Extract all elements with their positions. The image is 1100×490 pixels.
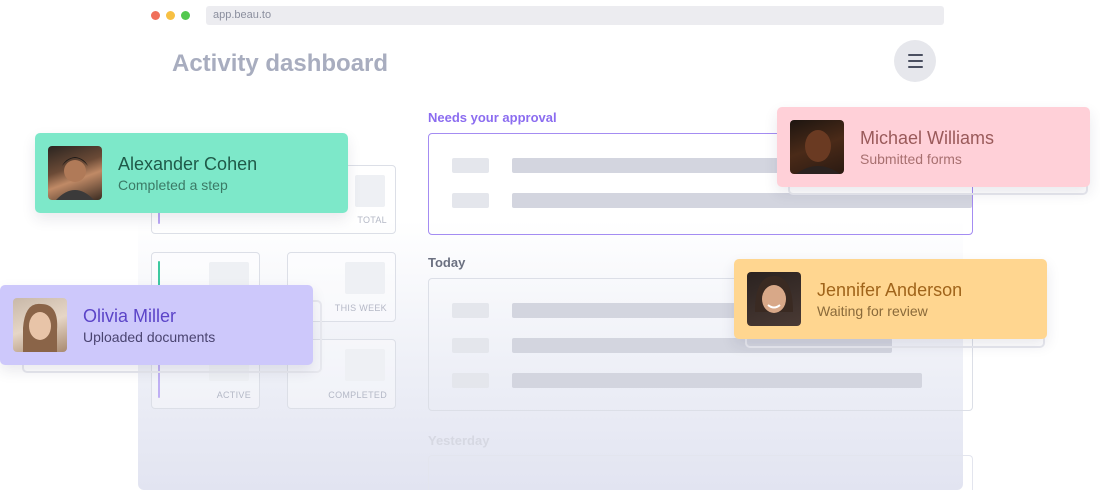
- minimize-dot[interactable]: [166, 11, 175, 20]
- user-status: Waiting for review: [817, 302, 928, 319]
- yesterday-panel[interactable]: [428, 455, 973, 490]
- window-controls: [151, 11, 190, 20]
- user-status: Uploaded documents: [83, 328, 216, 345]
- user-status: Completed a step: [118, 176, 228, 193]
- page-title: Activity dashboard: [172, 50, 389, 77]
- user-name: Michael Williams: [860, 127, 995, 148]
- avatar: [48, 146, 102, 200]
- stat-label: TOTAL: [357, 215, 387, 225]
- section-title-today: Today: [428, 255, 466, 270]
- section-title-yesterday: Yesterday: [428, 433, 490, 448]
- maximize-dot[interactable]: [181, 11, 190, 20]
- user-name: Jennifer Anderson: [817, 279, 963, 300]
- user-status: Submitted forms: [860, 150, 962, 167]
- menu-button[interactable]: [894, 40, 936, 82]
- stat-label: THIS WEEK: [334, 303, 387, 313]
- stat-label: ACTIVE: [216, 390, 251, 400]
- activity-card-jennifer[interactable]: Jennifer Anderson Waiting for review: [734, 259, 1047, 339]
- user-name: Alexander Cohen: [118, 153, 258, 174]
- stat-label: COMPLETED: [328, 390, 387, 400]
- avatar: [13, 298, 67, 352]
- hamburger-icon: [907, 52, 923, 70]
- url-bar[interactable]: app.beau.to: [206, 6, 944, 25]
- close-dot[interactable]: [151, 11, 160, 20]
- user-name: Olivia Miller: [83, 305, 177, 326]
- activity-card-michael[interactable]: Michael Williams Submitted forms: [777, 107, 1090, 187]
- browser-window: app.beau.to Activity dashboard TOTAL THI…: [138, 0, 973, 490]
- avatar: [790, 120, 844, 174]
- section-title-approval: Needs your approval: [428, 110, 557, 125]
- activity-card-alexander[interactable]: Alexander Cohen Completed a step: [35, 133, 348, 213]
- activity-card-olivia[interactable]: Olivia Miller Uploaded documents: [0, 285, 313, 365]
- avatar: [747, 272, 801, 326]
